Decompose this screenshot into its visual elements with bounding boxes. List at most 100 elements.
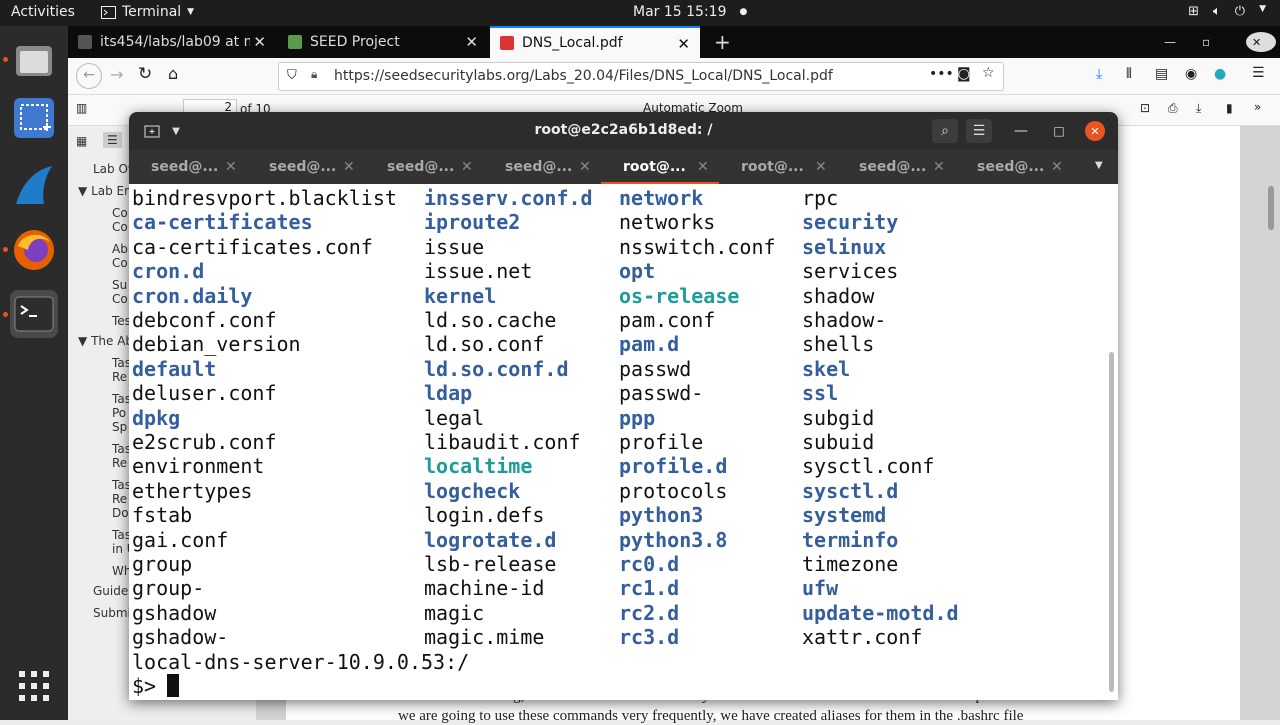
browser-tab-active[interactable]: DNS_Local.pdf ✕ bbox=[490, 26, 700, 58]
dock-wireshark[interactable] bbox=[10, 162, 58, 210]
pocket-icon[interactable]: ◙ bbox=[957, 66, 971, 82]
outline-item[interactable]: Do bbox=[112, 506, 129, 520]
directory-entry: logcheck bbox=[424, 478, 521, 503]
terminal-tab[interactable]: seed@... ✕ bbox=[955, 150, 1073, 184]
directory-entry: network bbox=[619, 186, 704, 210]
close-button[interactable]: ✕ bbox=[1085, 121, 1105, 141]
terminal-scrollbar[interactable] bbox=[1109, 352, 1114, 692]
file-entry: ethertypes bbox=[132, 478, 253, 503]
outline-item[interactable]: Po bbox=[112, 406, 126, 420]
power-icon: ⏻ bbox=[1234, 4, 1246, 19]
close-tab-icon[interactable]: ✕ bbox=[933, 159, 945, 175]
close-tab-icon[interactable]: ✕ bbox=[1051, 159, 1063, 175]
hamburger-menu-icon: ☰ bbox=[972, 123, 986, 139]
terminal-tab[interactable]: seed@... ✕ bbox=[483, 150, 601, 184]
scrollbar[interactable] bbox=[1268, 186, 1274, 230]
presentation-icon[interactable]: ⊡ bbox=[1140, 101, 1150, 115]
restore-window-button[interactable]: ▫ bbox=[1192, 26, 1222, 58]
outline-item[interactable]: Submi bbox=[93, 606, 131, 620]
terminal-output[interactable]: local-dns-server-10.9.0.53:/ $> bindresv… bbox=[129, 184, 1118, 700]
app-menu[interactable]: Terminal ▼ bbox=[101, 4, 194, 20]
downloads-icon[interactable]: ⤓ bbox=[1096, 66, 1102, 82]
seed-favicon-icon bbox=[288, 35, 302, 49]
clock[interactable]: Mar 15 15:19 ● bbox=[633, 4, 747, 20]
minimize-window-button[interactable]: — bbox=[1154, 26, 1184, 58]
close-tab-icon[interactable]: ✕ bbox=[465, 33, 478, 51]
save-icon[interactable]: ⤓ bbox=[1196, 101, 1201, 116]
terminal-tab[interactable]: seed@... ✕ bbox=[837, 150, 955, 184]
sidebar-toggle-icon[interactable]: ▤ bbox=[1155, 66, 1168, 82]
library-icon[interactable]: ⫴ bbox=[1126, 66, 1132, 82]
browser-tab[interactable]: its454/labs/lab09 at ma ✕ bbox=[68, 26, 276, 58]
terminal-tab[interactable]: seed@... ✕ bbox=[247, 150, 365, 184]
outline-item[interactable]: ▼ Lab En bbox=[78, 184, 132, 198]
tools-icon[interactable]: » bbox=[1254, 100, 1261, 114]
outline-item[interactable]: ▼ The Ab bbox=[78, 334, 133, 348]
close-window-button[interactable]: ✕ bbox=[1246, 32, 1276, 52]
outline-item[interactable]: Re bbox=[112, 456, 127, 470]
forward-button[interactable]: → bbox=[110, 65, 123, 84]
dock bbox=[0, 26, 68, 720]
page-actions-icon[interactable]: ••• bbox=[929, 66, 954, 82]
outline-item[interactable]: Co bbox=[112, 256, 128, 270]
activities-button[interactable]: Activities bbox=[11, 4, 75, 20]
tab-overflow-icon[interactable]: ▼ bbox=[1095, 160, 1103, 171]
system-tray[interactable]: ⊞ 🔈︎ ⏻ ▼ bbox=[1188, 4, 1266, 19]
outline-item[interactable]: Su bbox=[112, 278, 127, 292]
close-tab-icon[interactable]: ✕ bbox=[253, 33, 266, 51]
outline-item[interactable]: Sp bbox=[112, 420, 127, 434]
menu-button[interactable]: ☰ bbox=[966, 119, 992, 143]
dock-files[interactable] bbox=[10, 36, 58, 84]
outline-item[interactable]: Co bbox=[112, 292, 128, 306]
terminal-cursor bbox=[167, 674, 179, 697]
terminal-tab[interactable]: root@... ✕ bbox=[601, 150, 719, 184]
dock-screenshot[interactable] bbox=[10, 94, 58, 142]
close-tab-icon[interactable]: ✕ bbox=[697, 159, 709, 175]
bookmark-star-icon[interactable]: ☆ bbox=[982, 65, 995, 81]
bookmark-icon[interactable]: ▮ bbox=[1226, 101, 1233, 115]
file-entry: rpc bbox=[802, 186, 839, 210]
directory-entry: ca-certificates bbox=[132, 210, 313, 235]
menu-icon[interactable]: ☰ bbox=[1252, 65, 1265, 81]
expand-icon: ▼ bbox=[78, 184, 88, 198]
dock-terminal[interactable] bbox=[10, 290, 58, 338]
account-icon[interactable]: ◉ bbox=[1185, 66, 1197, 82]
browser-tab[interactable]: SEED Project ✕ bbox=[278, 26, 488, 58]
caret-down-icon: ▼ bbox=[1259, 4, 1266, 14]
extension-icon[interactable]: ● bbox=[1214, 66, 1226, 82]
home-button[interactable]: ⌂ bbox=[168, 64, 178, 83]
new-tab-button[interactable]: + bbox=[704, 26, 734, 58]
close-tab-icon[interactable]: ✕ bbox=[677, 35, 690, 53]
outline-item[interactable]: Re bbox=[112, 370, 127, 384]
outline-item[interactable]: Guidel bbox=[93, 584, 132, 598]
print-icon[interactable]: ⎙ bbox=[1168, 101, 1178, 116]
maximize-button[interactable]: □ bbox=[1046, 119, 1072, 143]
close-tab-icon[interactable]: ✕ bbox=[343, 159, 355, 175]
pdf-favicon-icon bbox=[500, 36, 514, 50]
outline-item[interactable]: Co bbox=[112, 220, 128, 234]
file-entry: fstab bbox=[132, 503, 193, 528]
close-tab-icon[interactable]: ✕ bbox=[225, 159, 237, 175]
outline-item[interactable]: Co bbox=[112, 206, 128, 220]
close-tab-icon[interactable]: ✕ bbox=[815, 159, 827, 175]
search-button[interactable]: ⌕ bbox=[932, 119, 958, 143]
show-applications-button[interactable] bbox=[10, 662, 58, 710]
url-bar[interactable]: ⛉ 🔒︎ https://seedsecuritylabs.org/Labs_2… bbox=[278, 62, 1004, 91]
minimize-button[interactable]: — bbox=[1008, 119, 1034, 143]
close-tab-icon[interactable]: ✕ bbox=[461, 159, 473, 175]
dock-firefox[interactable] bbox=[10, 226, 58, 274]
forward-arrow-icon: → bbox=[110, 65, 124, 84]
sidebar-toggle-icon[interactable]: ▥ bbox=[76, 101, 87, 115]
outline-item[interactable]: Ab bbox=[112, 242, 128, 256]
terminal-tab[interactable]: root@... ✕ bbox=[719, 150, 837, 184]
terminal-tab[interactable]: seed@... ✕ bbox=[129, 150, 247, 184]
close-tab-icon[interactable]: ✕ bbox=[579, 159, 591, 175]
back-button[interactable]: ← bbox=[76, 63, 102, 89]
reload-button[interactable]: ↻ bbox=[138, 64, 152, 84]
outline-view-icon[interactable]: ☰ bbox=[103, 132, 122, 148]
outline-item[interactable]: Re bbox=[112, 492, 127, 506]
thumbnail-view-icon[interactable]: ▦ bbox=[76, 134, 87, 148]
terminal-tab[interactable]: seed@... ✕ bbox=[365, 150, 483, 184]
back-arrow-icon: ← bbox=[83, 67, 95, 83]
terminal-tab-label: seed@... bbox=[859, 159, 927, 175]
